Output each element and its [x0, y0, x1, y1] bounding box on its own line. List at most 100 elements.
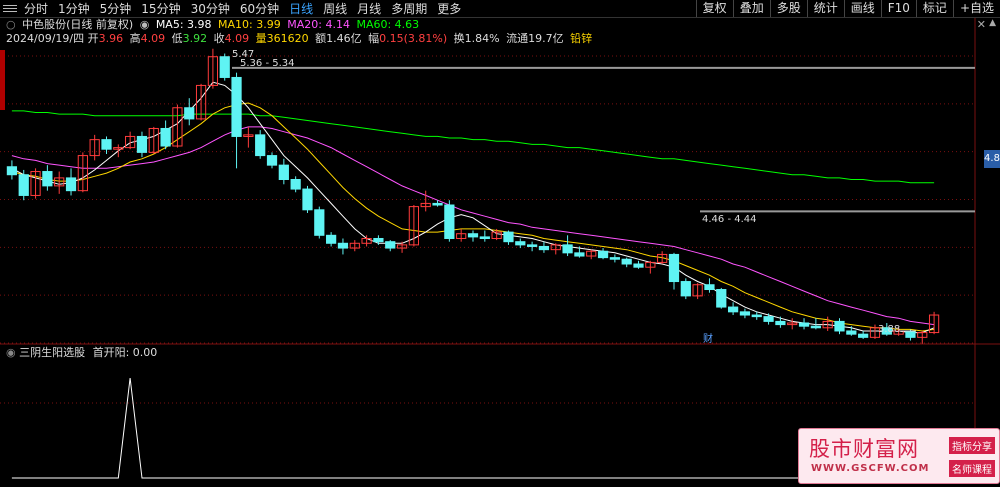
candle-body — [136, 135, 148, 153]
sub-settings-icon[interactable]: ◉ — [6, 346, 16, 359]
close-value: 4.09 — [224, 32, 250, 45]
candle-body — [527, 244, 538, 247]
candle-body — [716, 289, 727, 308]
indicator-value: 首开阳: 0.00 — [92, 346, 158, 359]
toolbar-button-0[interactable]: 复权 — [695, 0, 733, 17]
candle-body — [680, 281, 691, 297]
float-value: 流通19.7亿 — [506, 32, 564, 45]
financial-badge[interactable]: 财 — [703, 330, 713, 345]
watermark-url: WWW.GSCFW.COM — [811, 463, 930, 474]
ohlc-row: 2024/09/19/四 开3.96 高4.09 低3.92 收4.09 量36… — [6, 32, 595, 46]
left-red-strip — [0, 50, 5, 110]
period-tab-1[interactable]: 1分钟 — [53, 1, 95, 17]
turnover-value: 换1.84% — [453, 32, 500, 45]
candle-body — [432, 202, 443, 206]
ma20-label: MA20: 4.14 — [287, 18, 350, 31]
period-tab-6[interactable]: 日线 — [284, 1, 318, 17]
candle-body — [905, 330, 916, 338]
period-tab-3[interactable]: 15分钟 — [136, 1, 185, 17]
period-tab-5[interactable]: 60分钟 — [235, 1, 284, 17]
settings-icon[interactable]: ○ — [6, 18, 16, 31]
candle-body — [633, 263, 644, 268]
date-label: 2024/09/19/四 — [6, 32, 85, 45]
toolbar-button-5[interactable]: F10 — [880, 0, 916, 17]
candle-body — [184, 107, 195, 120]
high-value: 4.09 — [140, 32, 166, 45]
candle-body — [373, 237, 384, 243]
candle-body — [314, 209, 325, 236]
close-label: 收 — [213, 32, 225, 45]
ma60-label: MA60: 4.63 — [356, 18, 420, 31]
range-mid-annotation: 4.46 - 4.44 — [702, 214, 757, 225]
candle-body — [538, 245, 550, 251]
current-price-tag: 4.8 — [984, 150, 1000, 168]
signal-line — [11, 377, 935, 479]
toolbar-button-7[interactable]: +自选 — [952, 0, 1000, 17]
candle-body — [810, 325, 821, 329]
close-icon[interactable]: ✕ — [977, 18, 986, 31]
right-tools: 复权 叠加 多股 统计 画线 F10 标记 +自选 — [695, 0, 1000, 17]
toolbar-button-2[interactable]: 多股 — [769, 0, 807, 17]
ma5-label: MA5: 3.98 — [155, 18, 212, 31]
low-price-annotation: 3.88 — [878, 324, 901, 335]
candle-body — [6, 166, 18, 176]
period-tab-9[interactable]: 多周期 — [386, 1, 432, 17]
candle-body — [219, 56, 230, 78]
period-tab-2[interactable]: 5分钟 — [95, 1, 137, 17]
scroll-up-icon[interactable]: ▲ — [989, 18, 996, 28]
candle-body — [739, 311, 751, 316]
sub-panel-title: ◉ 三阴生阳选股 首开阳: 0.00 — [6, 346, 157, 360]
toolbar-button-6[interactable]: 标记 — [915, 0, 953, 17]
watermark-badge-course: 名师课程 — [949, 460, 995, 477]
candle-body — [326, 234, 337, 244]
candle-body — [337, 242, 349, 249]
candle-body — [467, 233, 479, 238]
candle-body — [278, 164, 289, 180]
candle-body — [763, 316, 774, 322]
watermark-badge-share: 指标分享 — [949, 437, 995, 454]
candle-body — [515, 241, 526, 246]
candle-body — [290, 179, 301, 190]
high-label: 高 — [129, 32, 141, 45]
legend-row: ○ 中色股份(日线 前复权) ◉ MA5: 3.98 MA10: 3.99 MA… — [6, 18, 422, 32]
candle-body — [18, 174, 29, 196]
period-tab-4[interactable]: 30分钟 — [186, 1, 235, 17]
low-value: 3.92 — [182, 32, 208, 45]
candle-body — [42, 171, 53, 187]
toolbar-button-3[interactable]: 统计 — [806, 0, 844, 17]
sector-link[interactable]: 铅锌 — [570, 32, 592, 45]
candle-body — [609, 257, 620, 260]
watermark-logo: 股市财富网 WWW.GSCFW.COM 指标分享 名师课程 — [798, 428, 1000, 484]
candle-body — [160, 127, 171, 147]
toolbar-button-4[interactable]: 画线 — [843, 0, 881, 17]
period-tab-7[interactable]: 周线 — [318, 1, 352, 17]
period-toolbar: 分时 1分钟 5分钟 15分钟 30分钟 60分钟 日线 周线 月线 多周期 更多 复权 叠加 多股 统计… — [0, 0, 1000, 18]
candle-body — [302, 188, 313, 211]
kline-svg[interactable] — [0, 18, 1000, 484]
collapse-icon[interactable]: ◉ — [140, 18, 150, 31]
change-label: 幅 — [368, 32, 380, 45]
candle-body — [266, 155, 278, 166]
toolbar-button-1[interactable]: 叠加 — [732, 0, 770, 17]
period-tabs: 分时 1分钟 5分钟 15分钟 30分钟 60分钟 日线 周线 月线 多周期 更多 — [19, 1, 466, 17]
candle-body — [704, 284, 715, 291]
candle-body — [798, 322, 810, 327]
candle-body — [668, 253, 680, 283]
low-label: 低 — [171, 32, 183, 45]
menu-icon[interactable] — [3, 2, 17, 16]
amount-value: 额1.46亿 — [315, 32, 362, 45]
candle-body — [385, 241, 396, 249]
candle-body — [574, 252, 585, 257]
kline-chart-area[interactable] — [0, 18, 1000, 484]
candle-body — [775, 320, 786, 326]
candle-body — [858, 333, 869, 338]
candle-body — [65, 177, 77, 192]
period-tab-10[interactable]: 更多 — [432, 1, 466, 17]
candle-body — [597, 250, 609, 259]
period-tab-8[interactable]: 月线 — [352, 1, 386, 17]
volume-value: 量361620 — [255, 32, 309, 45]
candle-body — [101, 139, 112, 150]
candle-body — [834, 320, 845, 332]
candle-body — [503, 231, 514, 243]
period-tab-0[interactable]: 分时 — [19, 1, 53, 17]
